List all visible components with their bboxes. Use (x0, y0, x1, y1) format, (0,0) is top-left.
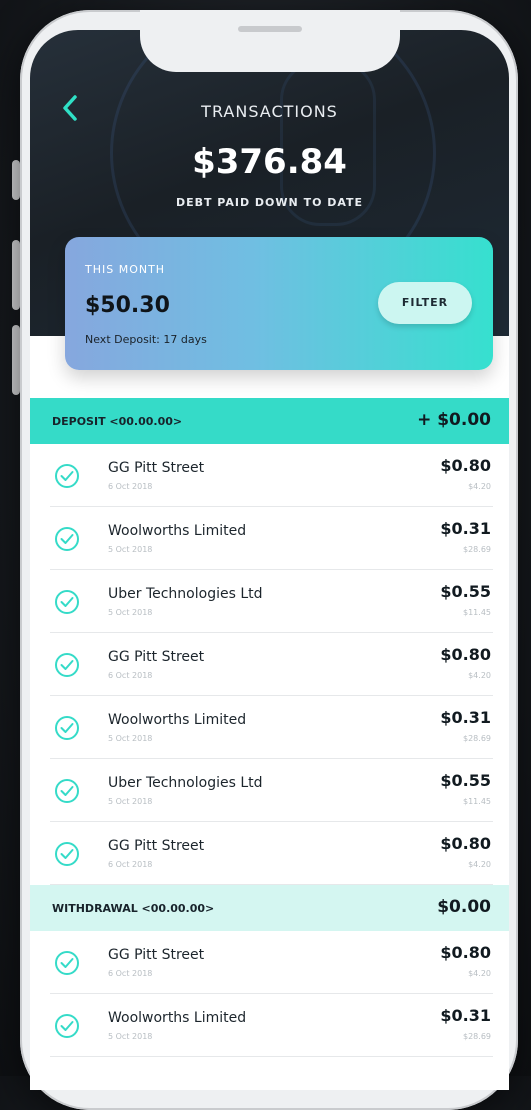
transaction-date: 6 Oct 2018 (108, 969, 153, 978)
transaction-date: 5 Oct 2018 (108, 545, 153, 554)
roundup-amount: $0.80 (440, 834, 491, 853)
merchant-name: GG Pitt Street (108, 838, 205, 854)
roundup-amount: $0.31 (440, 519, 491, 538)
this-month-label: THIS MONTH (85, 263, 166, 276)
section-total: $0.00 (437, 897, 491, 917)
check-circle-icon (55, 951, 79, 975)
transaction-date: 5 Oct 2018 (108, 1032, 153, 1041)
next-deposit-text: Next Deposit: 17 days (85, 333, 207, 346)
transaction-date: 6 Oct 2018 (108, 482, 153, 491)
merchant-name: Uber Technologies Ltd (108, 775, 263, 791)
check-circle-icon (55, 590, 79, 614)
transaction-row[interactable]: Woolworths Limited 5 Oct 2018 $0.31 $28.69 (30, 507, 509, 570)
phone-notch (140, 10, 400, 72)
transaction-row[interactable]: GG Pitt Street 6 Oct 2018 $0.80 $4.20 (30, 822, 509, 885)
merchant-name: Woolworths Limited (108, 712, 247, 728)
original-amount: $28.69 (463, 734, 491, 743)
section-header-withdrawal: WITHDRAWAL <00.00.00> $0.00 (30, 885, 509, 931)
transaction-date: 5 Oct 2018 (108, 734, 153, 743)
roundup-amount: $0.31 (440, 1006, 491, 1025)
original-amount: $28.69 (463, 1032, 491, 1041)
check-circle-icon (55, 464, 79, 488)
check-circle-icon (55, 716, 79, 740)
debt-paid-caption: DEBT PAID DOWN TO DATE (175, 196, 364, 209)
transaction-row[interactable]: GG Pitt Street 6 Oct 2018 $0.80 $4.20 (30, 931, 509, 994)
original-amount: $4.20 (468, 482, 491, 491)
check-circle-icon (55, 779, 79, 803)
page-title: TRANSACTIONS (201, 102, 338, 121)
merchant-name: GG Pitt Street (108, 947, 205, 963)
merchant-name: GG Pitt Street (108, 649, 205, 665)
roundup-amount: $0.55 (440, 771, 491, 790)
merchant-name: Woolworths Limited (108, 523, 247, 539)
roundup-amount: $0.80 (440, 645, 491, 664)
original-amount: $11.45 (463, 797, 491, 806)
merchant-name: GG Pitt Street (108, 460, 205, 476)
check-circle-icon (55, 653, 79, 677)
transaction-row[interactable]: GG Pitt Street 6 Oct 2018 $0.80 $4.20 (30, 444, 509, 507)
phone-mute-switch (12, 160, 20, 200)
phone-volume-up (12, 240, 20, 310)
transaction-row[interactable]: GG Pitt Street 6 Oct 2018 $0.80 $4.20 (30, 633, 509, 696)
check-circle-icon (55, 842, 79, 866)
this-month-amount: $50.30 (85, 293, 170, 318)
app-screen: TRANSACTIONS $376.84 DEBT PAID DOWN TO D… (30, 30, 509, 1090)
merchant-name: Woolworths Limited (108, 1010, 247, 1026)
transaction-date: 5 Oct 2018 (108, 797, 153, 806)
roundup-amount: $0.80 (440, 456, 491, 475)
transaction-date: 6 Oct 2018 (108, 860, 153, 869)
section-label: WITHDRAWAL <00.00.00> (52, 902, 215, 915)
original-amount: $4.20 (468, 860, 491, 869)
roundup-amount: $0.80 (440, 943, 491, 962)
original-amount: $4.20 (468, 969, 491, 978)
transaction-date: 6 Oct 2018 (108, 671, 153, 680)
check-circle-icon (55, 527, 79, 551)
merchant-name: Uber Technologies Ltd (108, 586, 263, 602)
transaction-row[interactable]: Uber Technologies Ltd 5 Oct 2018 $0.55 $11.… (30, 759, 509, 822)
transaction-row[interactable]: Woolworths Limited 5 Oct 2018 $0.31 $28.69 (30, 994, 509, 1057)
original-amount: $11.45 (463, 608, 491, 617)
original-amount: $4.20 (468, 671, 491, 680)
roundup-amount: $0.55 (440, 582, 491, 601)
section-label: DEPOSIT <00.00.00> (52, 415, 183, 428)
transaction-date: 5 Oct 2018 (108, 608, 153, 617)
original-amount: $28.69 (463, 545, 491, 554)
roundup-amount: $0.31 (440, 708, 491, 727)
row-divider (50, 1056, 493, 1057)
section-header-deposit: DEPOSIT <00.00.00> + $0.00 (30, 398, 509, 444)
phone-volume-down (12, 325, 20, 395)
filter-button[interactable]: FILTER (378, 282, 472, 324)
check-circle-icon (55, 1014, 79, 1038)
section-total: + $0.00 (417, 410, 491, 430)
phone-speaker (238, 26, 302, 32)
this-month-card: THIS MONTH $50.30 Next Deposit: 17 days … (65, 237, 493, 370)
transaction-row[interactable]: Uber Technologies Ltd 5 Oct 2018 $0.55 $11.… (30, 570, 509, 633)
debt-paid-amount: $376.84 (192, 142, 347, 182)
transaction-row[interactable]: Woolworths Limited 5 Oct 2018 $0.31 $28.69 (30, 696, 509, 759)
